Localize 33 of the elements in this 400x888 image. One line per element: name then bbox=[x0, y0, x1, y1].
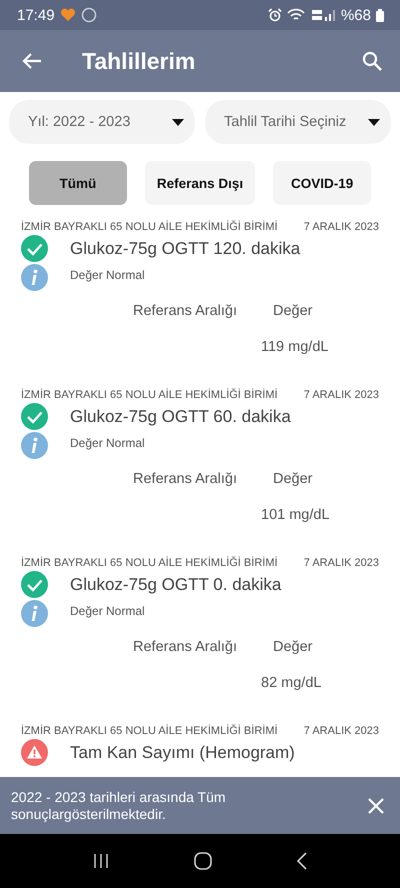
status-note: Değer Normal bbox=[70, 268, 145, 282]
test-name: Glukoz-75g OGTT 60. dakika bbox=[70, 406, 291, 426]
test-name: Tam Kan Sayımı (Hemogram) bbox=[70, 742, 295, 762]
status-note: Değer Normal bbox=[70, 436, 145, 450]
result-value: 119 mg/dL bbox=[261, 339, 328, 355]
dropdown[interactable]: Yıl: 2022 - 2023 bbox=[9, 100, 195, 144]
result-value: 82 mg/dL bbox=[261, 675, 322, 691]
battery-percent: %68 bbox=[340, 6, 371, 24]
test-name: Glukoz-75g OGTT 120. dakika bbox=[70, 238, 300, 258]
institution-name: İZMİR BAYRAKLI 65 NOLU AİLE HEKİMLİĞİ BİRİMİ bbox=[21, 389, 278, 401]
snackbar-message: 2022 - 2023 tarihleri arasında Tüm sonuçlargösterilmektedir. bbox=[11, 788, 227, 822]
result-date: 7 ARALIK 2023 bbox=[304, 389, 379, 401]
filter-tab[interactable]: Tümü bbox=[28, 161, 127, 205]
column-label: Referans Aralığı bbox=[133, 639, 238, 655]
screen-title: Tahlillerim bbox=[82, 48, 196, 74]
column-label: Değer bbox=[273, 303, 312, 319]
institution-name: İZMİR BAYRAKLI 65 NOLU AİLE HEKİMLİĞİ BİRİMİ bbox=[21, 221, 278, 233]
filter-tab[interactable]: Referans Dışı bbox=[144, 161, 256, 205]
column-label: Değer bbox=[273, 471, 312, 487]
result-date: 7 ARALIK 2023 bbox=[304, 725, 379, 737]
result-value: 101 mg/dL bbox=[261, 507, 330, 523]
dropdown[interactable]: Tahlil Tarihi Seçiniz bbox=[205, 100, 391, 144]
test-name: Glukoz-75g OGTT 0. dakika bbox=[70, 574, 282, 594]
institution-name: İZMİR BAYRAKLI 65 NOLU AİLE HEKİMLİĞİ BİRİMİ bbox=[21, 557, 278, 569]
status-note: Değer Normal bbox=[70, 604, 145, 618]
column-label: Değer bbox=[273, 639, 312, 655]
clock-time: 17:49 bbox=[17, 6, 55, 24]
column-label: Referans Aralığı bbox=[133, 471, 238, 487]
column-label: Referans Aralığı bbox=[133, 303, 238, 319]
result-date: 7 ARALIK 2023 bbox=[304, 557, 379, 569]
filter-tab[interactable]: COVID-19 bbox=[273, 161, 372, 205]
institution-name: İZMİR BAYRAKLI 65 NOLU AİLE HEKİMLİĞİ BİRİMİ bbox=[21, 725, 278, 737]
result-date: 7 ARALIK 2023 bbox=[304, 221, 379, 233]
